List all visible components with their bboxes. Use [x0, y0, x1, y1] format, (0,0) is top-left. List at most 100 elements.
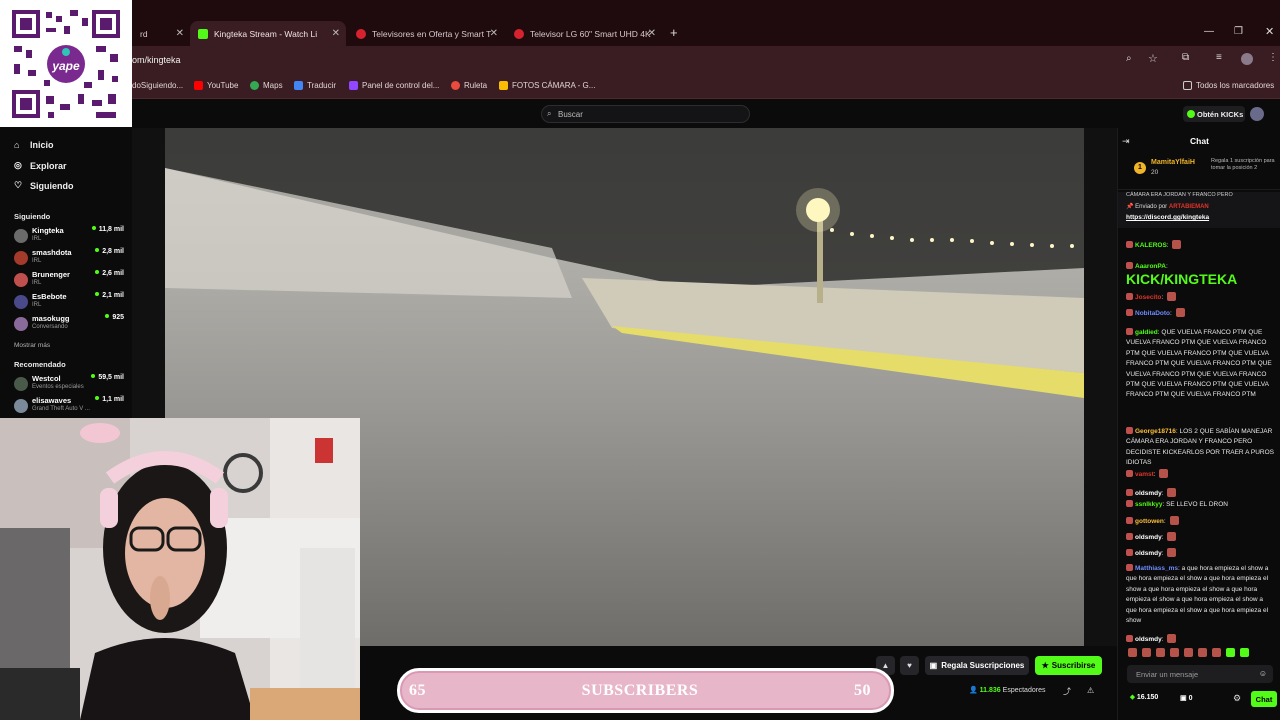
- bookmark-item[interactable]: doSiguiendo...: [132, 81, 183, 90]
- channel-westcol[interactable]: Westcol Eventos especiales 59,5 mil: [14, 374, 128, 396]
- channel-brunenger[interactable]: Brunenger IRL 2,6 mil: [14, 270, 128, 292]
- gift-balance[interactable]: ▣ 0: [1180, 694, 1192, 702]
- chat-username[interactable]: ssnlkkyy: [1135, 501, 1162, 508]
- rank-icon: 1: [1134, 162, 1146, 174]
- emote-bar: [1126, 648, 1276, 660]
- emote-icon: [1175, 308, 1185, 317]
- send-chat-button[interactable]: Chat: [1251, 691, 1277, 707]
- store-icon: [514, 28, 524, 39]
- channel-masokugg[interactable]: masokugg Conversando 925: [14, 314, 128, 336]
- get-kicks-button[interactable]: Obtén KICKs: [1183, 106, 1245, 122]
- chat-username[interactable]: galdied: [1135, 329, 1158, 336]
- all-bookmarks[interactable]: Todos los marcadores: [1183, 81, 1274, 90]
- star-icon[interactable]: ☆: [1148, 52, 1158, 65]
- show-more-link[interactable]: Mostrar más: [14, 342, 50, 349]
- channel-elisawaves[interactable]: elisawaves Grand Theft Auto V ... 1,1 mil: [14, 396, 128, 418]
- search-icon: ⌕: [547, 109, 552, 118]
- chat-username[interactable]: NobitaDoto: [1135, 310, 1170, 317]
- close-tab-icon[interactable]: ✕: [176, 28, 184, 39]
- url-text[interactable]: om/kingteka: [132, 55, 181, 65]
- nav-explorar[interactable]: ◎ Explorar: [14, 160, 67, 171]
- browser-tab-title: rd: [140, 28, 148, 39]
- chat-username[interactable]: Josecito: [1135, 294, 1161, 301]
- pinned-link[interactable]: https://discord.gg/kingteka: [1126, 214, 1209, 221]
- chat-message: Josecito:: [1126, 292, 1274, 303]
- chat-input[interactable]: Enviar un mensaje ☺: [1127, 665, 1273, 683]
- browser-tab-televisor-lg[interactable]: Televisor LG 60" Smart UHD 4K ✕: [506, 21, 662, 46]
- channel-esbebote[interactable]: EsBebote IRL 2,1 mil: [14, 292, 128, 314]
- close-tab-icon[interactable]: ✕: [490, 28, 498, 39]
- subs-label: SUBSCRIBERS: [581, 681, 699, 699]
- chat-message: George18716: LOS 2 QUE SABÍAN MANEJAR CÁ…: [1126, 427, 1274, 467]
- follow-heart-icon[interactable]: ♥: [900, 656, 919, 675]
- gift-to-rank-note: Regala 1 suscripción para tomar la posic…: [1211, 158, 1275, 171]
- emote-icon[interactable]: [1226, 648, 1235, 657]
- subscribe-button[interactable]: ★ Suscribirse: [1035, 656, 1102, 675]
- chat-username[interactable]: oldsmdy: [1135, 550, 1162, 557]
- minimize-icon[interactable]: —: [1204, 26, 1214, 37]
- nav-inicio[interactable]: ⌂ Inicio: [14, 140, 54, 150]
- user-avatar[interactable]: [1250, 107, 1264, 121]
- channel-avatar: [14, 377, 28, 391]
- chat-username[interactable]: oldsmdy: [1135, 534, 1162, 541]
- search-input[interactable]: ⌕ Buscar: [541, 105, 750, 123]
- profile-avatar[interactable]: [1241, 53, 1253, 65]
- sub-badge-icon: [1126, 564, 1133, 571]
- yape-qr-code: yape: [0, 0, 132, 127]
- chat-username[interactable]: Matthiass_ms: [1135, 565, 1178, 572]
- bookmark-fotos[interactable]: FOTOS CÁMARA - G...: [499, 81, 595, 90]
- browser-tab-televisores[interactable]: Televisores en Oferta y Smart T ✕: [348, 21, 504, 46]
- emote-icon[interactable]: [1240, 648, 1249, 657]
- close-window-icon[interactable]: ✕: [1265, 25, 1274, 38]
- bookmark-youtube[interactable]: YouTube: [194, 81, 238, 90]
- chat-message: oldsmdy:: [1126, 532, 1274, 543]
- close-tab-icon[interactable]: ✕: [332, 28, 340, 39]
- channel-smashdota[interactable]: smashdota IRL 2,8 mil: [14, 248, 128, 270]
- sub-badge-icon: [1126, 517, 1133, 524]
- share-icon[interactable]: ⤴: [1063, 686, 1071, 697]
- pinned-message[interactable]: CÁMARA ERA JORDAN Y FRANCO PERO 📌 Enviad…: [1118, 192, 1280, 228]
- bookmark-panel[interactable]: Panel de control del...: [349, 81, 439, 90]
- chat-username[interactable]: George18716: [1135, 428, 1176, 435]
- emote-icon[interactable]: [1212, 648, 1221, 657]
- nav-siguiendo[interactable]: ♡ Siguiendo: [14, 180, 74, 191]
- browser-tab-kingteka[interactable]: Kingteka Stream - Watch Li ✕: [190, 21, 346, 46]
- zoom-icon[interactable]: ⌕: [1126, 53, 1132, 64]
- sub-badge-icon: [1126, 635, 1133, 642]
- emote-icon[interactable]: [1170, 648, 1179, 657]
- close-tab-icon[interactable]: ✕: [648, 28, 656, 39]
- chat-username[interactable]: gottowen: [1135, 518, 1164, 525]
- following-heading: Siguiendo: [14, 212, 51, 221]
- emote-icon[interactable]: [1128, 648, 1137, 657]
- chat-message: AaaronPA: KICK/KINGTEKA: [1126, 262, 1238, 288]
- chat-username[interactable]: oldsmdy: [1135, 636, 1162, 643]
- sub-badge-icon: [1126, 489, 1133, 496]
- chat-username[interactable]: oldsmdy: [1135, 490, 1162, 497]
- kicks-balance[interactable]: ⬥ 16.150: [1130, 694, 1158, 702]
- emote-icon[interactable]: [1142, 648, 1151, 657]
- media-control-icon[interactable]: ≡: [1216, 52, 1222, 63]
- emoji-icon[interactable]: ☺: [1259, 669, 1267, 678]
- chat-username[interactable]: KALEROS: [1135, 242, 1167, 249]
- emote-icon[interactable]: [1156, 648, 1165, 657]
- new-tab-button[interactable]: +: [670, 25, 678, 40]
- browser-tab-dashboard[interactable]: rd ✕: [132, 21, 190, 46]
- bookmark-maps[interactable]: Maps: [250, 81, 283, 90]
- bookmark-traducir[interactable]: Traducir: [294, 81, 336, 90]
- restore-icon[interactable]: ❐: [1234, 26, 1243, 37]
- extensions-icon[interactable]: ⧉: [1182, 52, 1189, 63]
- emote-icon[interactable]: [1198, 648, 1207, 657]
- emote-icon[interactable]: [1184, 648, 1193, 657]
- chat-username[interactable]: vamst: [1135, 471, 1154, 478]
- address-bar[interactable]: om/kingteka ⌕ ☆ ⧉ ≡ ⋮: [0, 46, 1280, 74]
- settings-icon[interactable]: ⚙: [1233, 693, 1241, 704]
- report-icon[interactable]: ⚠: [1087, 686, 1094, 695]
- gift-subs-button[interactable]: ▣ Regala Suscripciones: [925, 656, 1029, 675]
- chat-username[interactable]: AaaronPA: [1135, 263, 1166, 270]
- menu-icon[interactable]: ⋮: [1268, 52, 1278, 63]
- channel-kingteka[interactable]: Kingteka IRL 11,8 mil: [14, 226, 128, 248]
- emote-icon: [1167, 488, 1177, 497]
- store-icon: [356, 28, 366, 39]
- channel-viewers: 2,1 mil: [95, 292, 124, 299]
- bookmark-ruleta[interactable]: Ruleta: [451, 81, 487, 90]
